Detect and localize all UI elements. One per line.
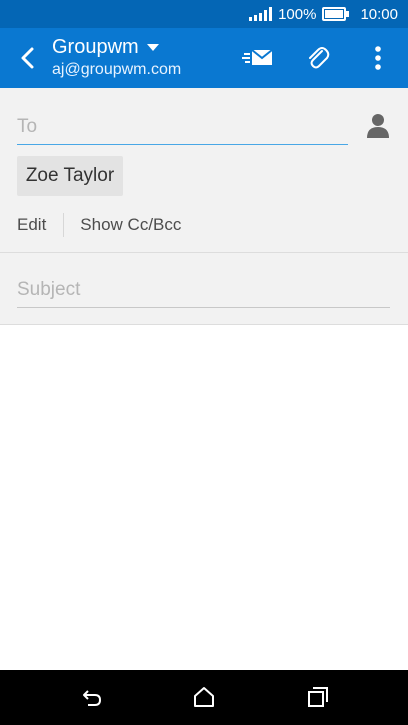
status-bar: 100% 10:00 xyxy=(0,0,408,28)
back-arrow-icon[interactable] xyxy=(14,43,44,73)
navigation-bar xyxy=(0,670,408,725)
edit-button[interactable]: Edit xyxy=(17,215,46,235)
caret-down-icon xyxy=(146,43,159,51)
account-email: aj@groupwm.com xyxy=(52,61,182,78)
battery-icon xyxy=(322,7,350,21)
show-cc-bcc-button[interactable]: Show Cc/Bcc xyxy=(80,215,181,235)
nav-back-icon[interactable] xyxy=(80,685,104,709)
person-icon[interactable] xyxy=(366,112,390,140)
recipient-actions: Edit Show Cc/Bcc xyxy=(17,213,181,237)
battery-percent: 100% xyxy=(278,5,317,23)
account-switcher[interactable]: Groupwm aj@groupwm.com xyxy=(52,36,181,80)
recipient-chip[interactable]: Zoe Taylor xyxy=(17,156,123,196)
app-bar: Groupwm aj@groupwm.com xyxy=(0,28,408,88)
subject-field[interactable]: Subject xyxy=(17,279,80,301)
divider xyxy=(63,213,65,237)
to-field-underline xyxy=(17,144,348,145)
nav-home-icon[interactable] xyxy=(192,685,216,709)
account-name: Groupwm xyxy=(52,36,139,58)
message-body[interactable] xyxy=(0,325,408,670)
clock: 10:00 xyxy=(360,5,398,23)
signal-bars-icon xyxy=(249,7,273,21)
subject-field-underline xyxy=(17,307,390,308)
paperclip-icon[interactable] xyxy=(302,42,334,74)
send-mail-icon[interactable] xyxy=(242,42,274,74)
to-field[interactable]: To xyxy=(17,116,37,138)
section-divider xyxy=(0,252,408,253)
nav-recents-icon[interactable] xyxy=(306,685,330,709)
more-vert-icon[interactable] xyxy=(362,42,394,74)
